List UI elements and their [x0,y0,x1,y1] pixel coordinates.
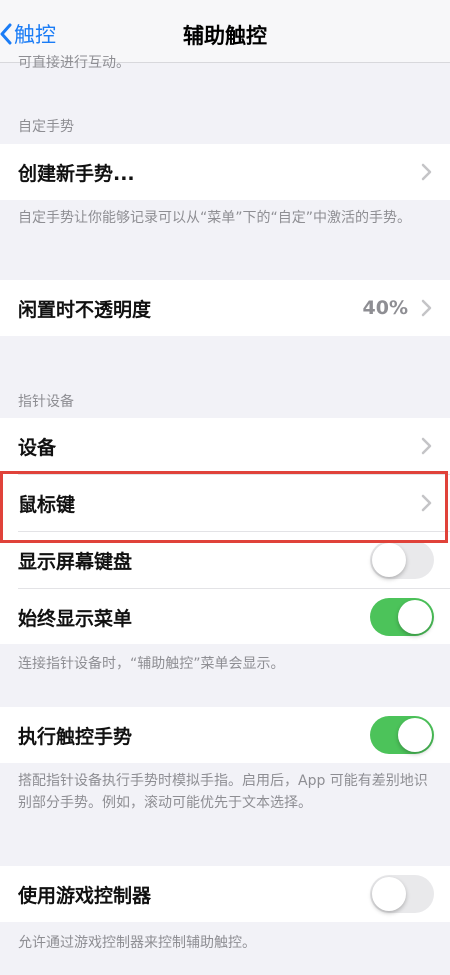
game-controller-label: 使用游戏控制器 [18,884,152,907]
previous-section-footer: 可直接进行互动。 [18,55,130,71]
game-controller-card: 使用游戏控制器 [0,866,450,922]
always-show-menu-row: 始终显示菜单 [0,589,450,645]
custom-gestures-footer: 自定手势让你能够记录可以从“菜单”下的“自定”中激活的手势。 [18,210,412,226]
game-controller-toggle[interactable] [370,875,434,913]
create-new-gesture-label: 创建新手势... [18,162,135,185]
toggle-knob [398,600,432,634]
perform-gestures-label: 执行触控手势 [18,725,133,748]
show-onscreen-keyboard-label: 显示屏幕键盘 [18,550,133,573]
idle-opacity-label: 闲置时不透明度 [18,298,152,321]
perform-gestures-footer: 搭配指针设备执行手势时模拟手指。启用后，App 可能有差别地识别部分手势。例如，… [18,773,428,811]
toggle-knob [398,718,432,752]
show-onscreen-keyboard-toggle[interactable] [370,541,434,579]
game-controller-row: 使用游戏控制器 [0,866,450,922]
toggle-knob [372,877,406,911]
toggle-knob [372,543,406,577]
page-title: 辅助触控 [183,24,267,48]
mouse-keys-row[interactable]: 鼠标键 [0,475,450,531]
show-onscreen-keyboard-row: 显示屏幕键盘 [0,532,450,588]
idle-opacity-card: 闲置时不透明度 40% [0,280,450,336]
section-header-custom-gestures: 自定手势 [18,119,74,135]
game-controller-footer: 允许通过游戏控制器来控制辅助触控。 [18,935,256,951]
idle-opacity-row[interactable]: 闲置时不透明度 40% [0,280,450,336]
mouse-keys-label: 鼠标键 [18,493,76,516]
chevron-right-icon [420,435,434,457]
idle-opacity-value: 40% [362,297,408,319]
chevron-right-icon [420,297,434,319]
custom-gestures-card: 创建新手势... [0,144,450,200]
chevron-right-icon [420,492,434,514]
perform-gestures-card: 执行触控手势 [0,707,450,763]
section-header-pointer-devices: 指针设备 [18,394,74,410]
always-show-menu-label: 始终显示菜单 [18,607,133,630]
always-show-menu-toggle[interactable] [370,598,434,636]
chevron-right-icon [420,161,434,183]
pointer-devices-footer: 连接指针设备时，“辅助触控”菜单会显示。 [18,656,285,672]
devices-label: 设备 [18,436,57,459]
devices-row[interactable]: 设备 [0,418,450,474]
perform-gestures-toggle[interactable] [370,716,434,754]
pointer-devices-card: 设备 鼠标键 显示屏幕键盘 始终显示菜单 [0,418,450,644]
create-new-gesture-row[interactable]: 创建新手势... [0,144,450,200]
perform-gestures-row: 执行触控手势 [0,707,450,763]
